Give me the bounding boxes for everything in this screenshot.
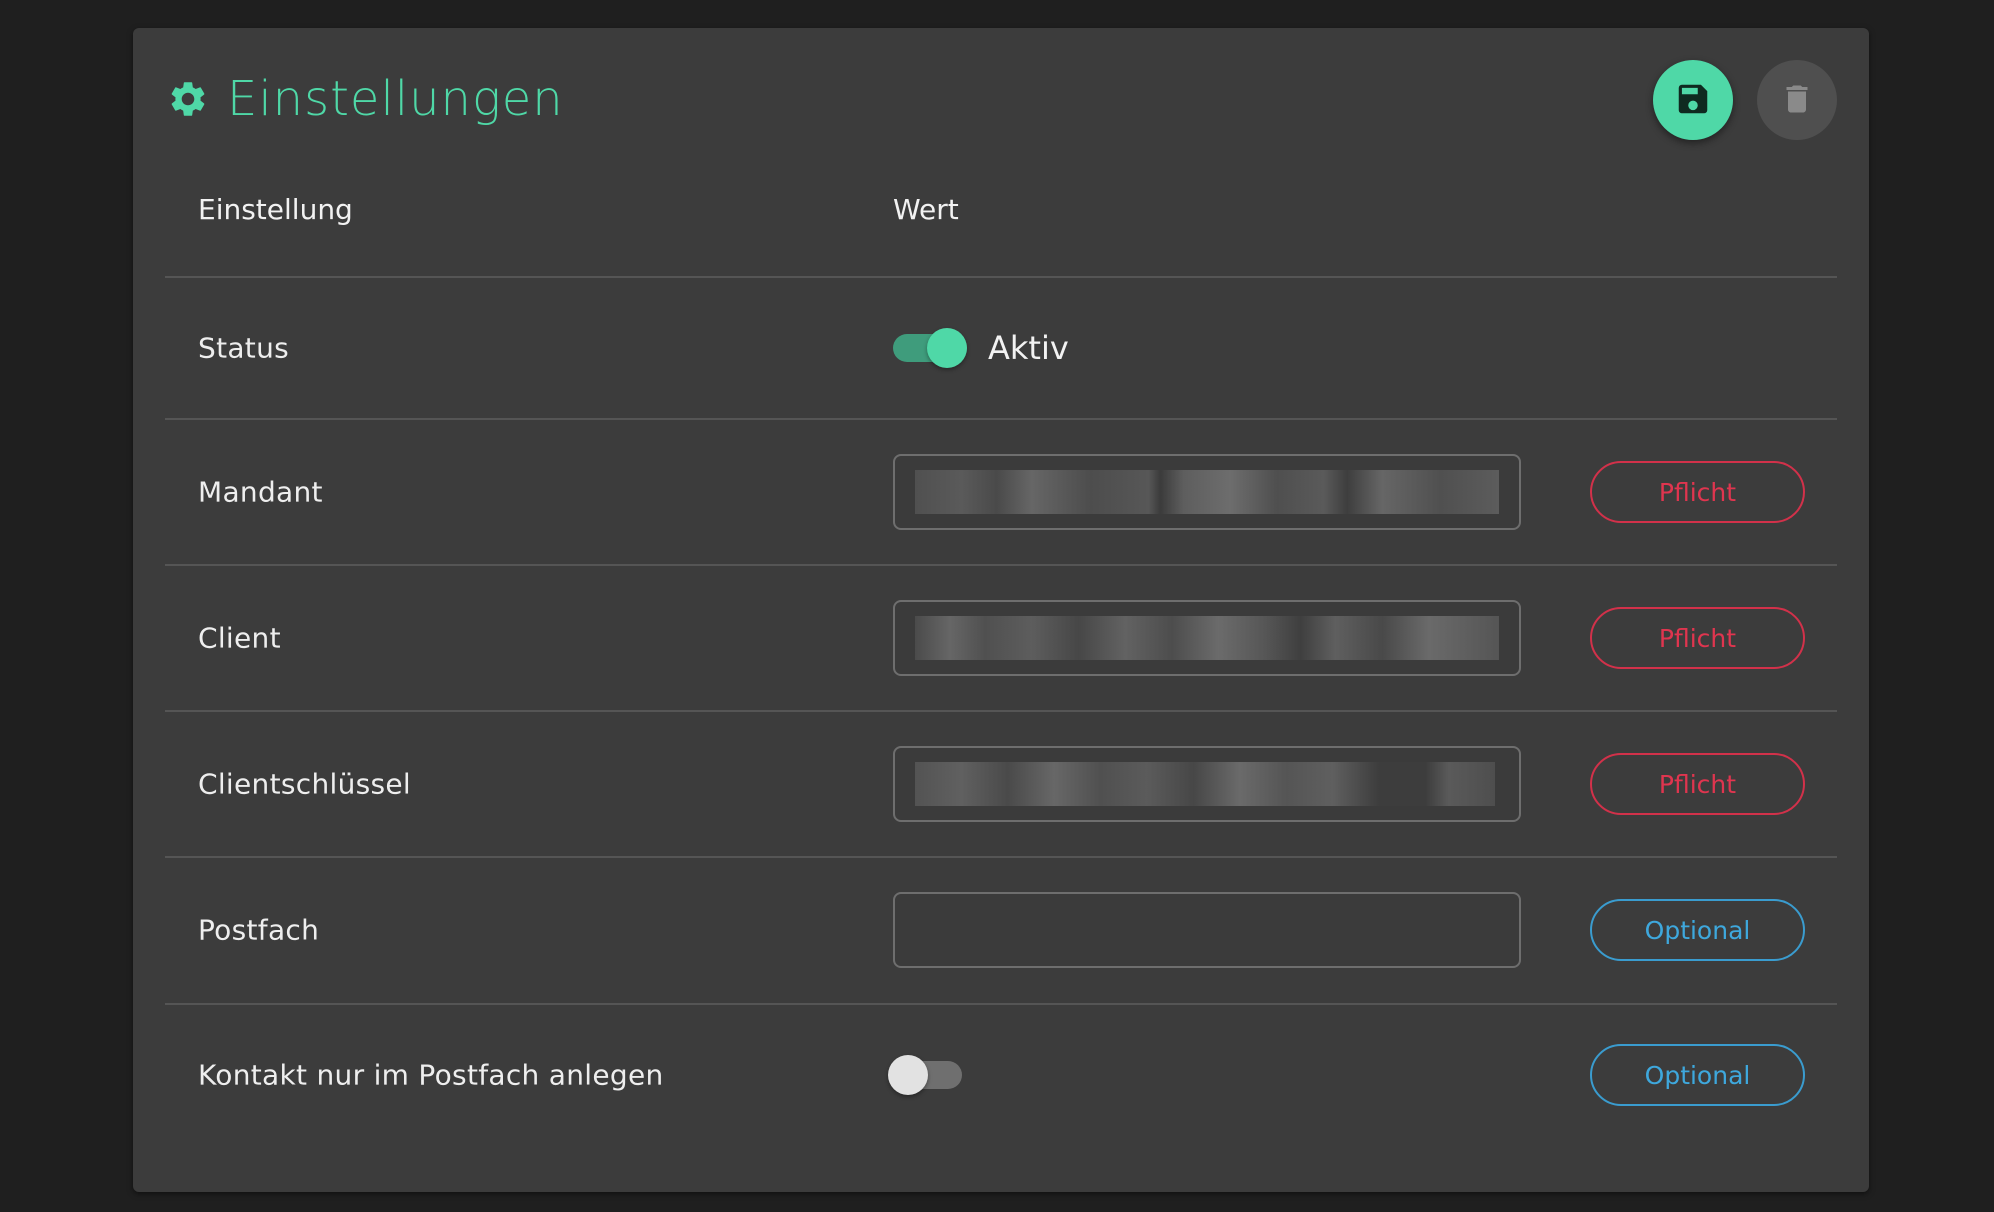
redacted-value: [915, 762, 1495, 806]
page-title: Einstellungen: [167, 66, 564, 132]
optional-badge: Optional: [1590, 1044, 1805, 1106]
redacted-value: [915, 470, 1499, 514]
row-label: Postfach: [198, 913, 320, 947]
row-divider: [165, 1003, 1837, 1005]
page-title-text: Einstellungen: [227, 71, 564, 127]
row-label: Client: [198, 621, 281, 655]
status-toggle[interactable]: [893, 327, 969, 369]
column-header-value: Wert: [893, 193, 959, 226]
status-value-label: Aktiv: [988, 329, 1069, 367]
required-badge: Pflicht: [1590, 461, 1805, 523]
trash-icon: [1779, 81, 1815, 120]
header-divider: [165, 276, 1837, 278]
floppy-disk-icon: [1674, 80, 1712, 121]
optional-badge: Optional: [1590, 899, 1805, 961]
row-label: Clientschlüssel: [198, 767, 411, 801]
gear-icon: [167, 78, 209, 120]
save-button[interactable]: [1653, 60, 1733, 140]
row-divider: [165, 856, 1837, 858]
row-divider: [165, 564, 1837, 566]
redacted-value: [915, 616, 1499, 660]
row-label: Status: [198, 331, 290, 365]
row-divider: [165, 418, 1837, 420]
required-badge: Pflicht: [1590, 753, 1805, 815]
postfach-input[interactable]: [893, 892, 1521, 968]
row-label: Kontakt nur im Postfach anlegen: [198, 1058, 664, 1092]
column-header-setting: Einstellung: [198, 193, 353, 226]
row-divider: [165, 710, 1837, 712]
toggle-knob: [927, 328, 967, 368]
row-label: Mandant: [198, 475, 323, 509]
clientschluessel-input[interactable]: [893, 746, 1521, 822]
toggle-knob: [888, 1055, 928, 1095]
delete-button[interactable]: [1757, 60, 1837, 140]
required-badge: Pflicht: [1590, 607, 1805, 669]
settings-panel: Einstellungen Einstellung Wert Status Ak…: [133, 28, 1869, 1192]
client-input[interactable]: [893, 600, 1521, 676]
mandant-input[interactable]: [893, 454, 1521, 530]
kontakt-postfach-toggle[interactable]: [888, 1054, 968, 1096]
